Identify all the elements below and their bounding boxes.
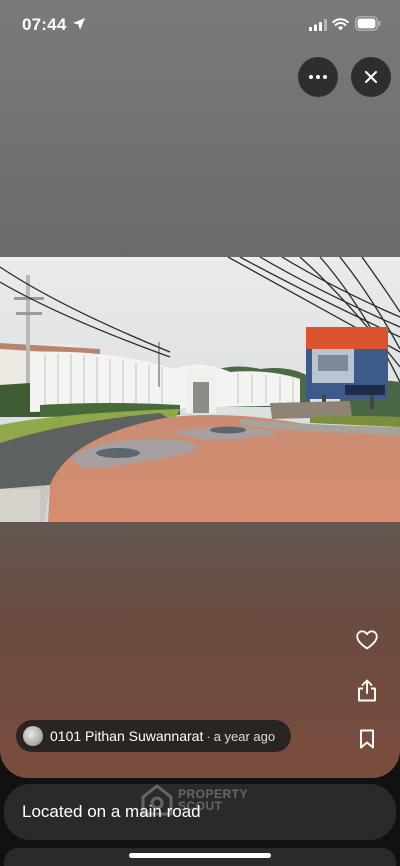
bookmark-icon <box>360 729 374 749</box>
battery-icon <box>355 16 381 31</box>
close-icon <box>365 71 377 83</box>
property-photo <box>0 257 400 522</box>
close-button[interactable] <box>351 57 391 97</box>
bookmark-button[interactable] <box>355 727 379 751</box>
cellular-signal-icon <box>309 19 327 31</box>
post-time: a year ago <box>213 728 276 744</box>
heart-icon <box>356 630 378 650</box>
avatar <box>23 726 43 746</box>
home-indicator[interactable] <box>129 853 271 858</box>
author-name: 0101 Pithan Suwannarat <box>50 728 204 744</box>
wifi-icon <box>332 18 349 31</box>
share-icon <box>358 679 376 701</box>
author-chip[interactable]: 0101 Pithan Suwannarat · a year ago <box>16 720 291 752</box>
status-bar: 07:44 <box>0 0 400 50</box>
like-button[interactable] <box>355 628 379 652</box>
media-viewer: 07:44 0101 Pithan Suwannarat · a year ag… <box>0 0 400 778</box>
caption-bar[interactable]: Located on a main road <box>4 784 396 840</box>
share-button[interactable] <box>355 678 379 702</box>
more-dots-icon <box>309 75 327 79</box>
status-time: 07:44 <box>22 15 67 34</box>
separator-dot: · <box>206 728 211 744</box>
location-arrow-icon <box>73 18 85 30</box>
caption-text: Located on a main road <box>22 802 201 821</box>
more-options-button[interactable] <box>298 57 338 97</box>
